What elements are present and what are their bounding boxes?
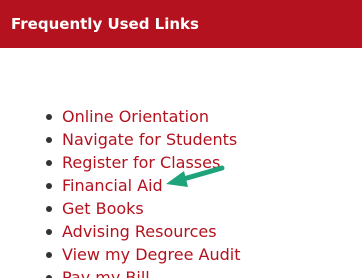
bullet-icon xyxy=(46,252,52,258)
link-navigate-for-students[interactable]: Navigate for Students xyxy=(62,130,237,149)
link-financial-aid[interactable]: Financial Aid xyxy=(62,176,163,195)
bullet-icon xyxy=(46,137,52,143)
list-item[interactable]: Get Books xyxy=(0,197,240,220)
panel-title: Frequently Used Links xyxy=(11,15,199,33)
bullet-icon xyxy=(46,206,52,212)
bullet-icon xyxy=(46,160,52,166)
panel-header: Frequently Used Links xyxy=(0,0,362,48)
bullet-icon xyxy=(46,229,52,235)
list-item[interactable]: Online Orientation xyxy=(0,105,240,128)
link-pay-my-bill[interactable]: Pay my Bill xyxy=(62,268,150,278)
arrow-pointer-icon xyxy=(166,165,225,187)
link-advising-resources[interactable]: Advising Resources xyxy=(62,222,217,241)
list-item[interactable]: Advising Resources xyxy=(0,220,240,243)
link-view-my-degree-audit[interactable]: View my Degree Audit xyxy=(62,245,240,264)
list-item[interactable]: Pay my Bill xyxy=(0,266,240,278)
link-online-orientation[interactable]: Online Orientation xyxy=(62,107,209,126)
list-item[interactable]: View my Degree Audit xyxy=(0,243,240,266)
link-get-books[interactable]: Get Books xyxy=(62,199,144,218)
bullet-icon xyxy=(46,114,52,120)
bullet-icon xyxy=(46,183,52,189)
list-item[interactable]: Navigate for Students xyxy=(0,128,240,151)
